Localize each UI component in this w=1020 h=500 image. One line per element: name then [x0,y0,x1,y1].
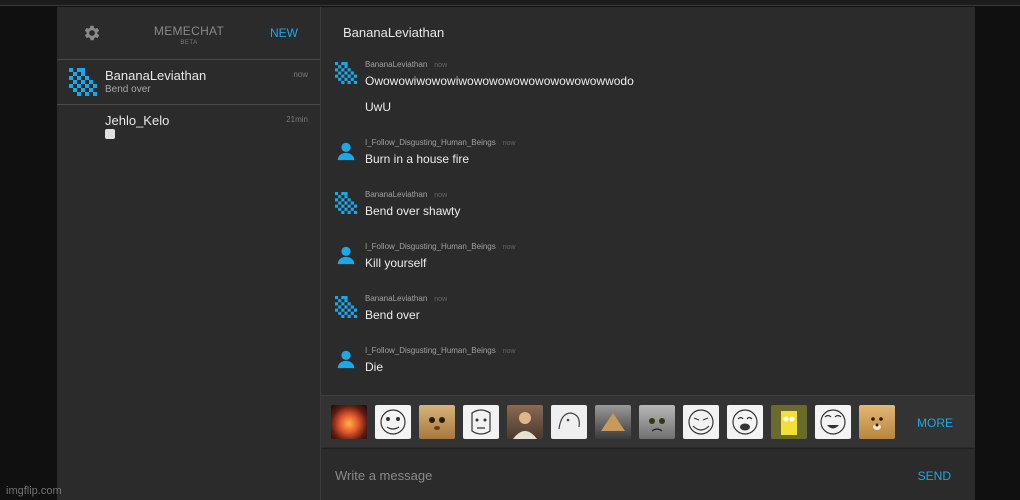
message-time: now [502,140,516,147]
message-text: Bend over shawty [365,204,461,218]
meme-face-emoji[interactable] [551,405,587,439]
message-text: Burn in a house fire [365,152,470,166]
troll-face-emoji[interactable] [683,405,719,439]
message-time: now [502,244,516,251]
message-author: BananaLeviathan [365,60,428,69]
message-text: Die [365,360,384,374]
explosion-emoji[interactable] [331,405,367,439]
send-button[interactable]: SEND [918,469,951,483]
conversation-item[interactable]: BananaLeviathan Bend over now [57,60,320,105]
top-bar [0,0,1020,6]
message-time: now [502,348,516,355]
message-meta: I_Follow_Disgusting_Human_Beings now [365,346,516,355]
jesus-emoji[interactable] [507,405,543,439]
illuminati-emoji[interactable] [595,405,631,439]
message-text: Bend over [365,308,420,322]
conversation-preview: Bend over [105,84,151,95]
app-subtitle: BETA [180,40,198,46]
okay-face-emoji[interactable] [463,405,499,439]
message-meta: BananaLeviathan now [365,60,447,69]
conversation-time: now [293,70,308,79]
pixel-logo-icon [335,62,357,84]
message-author: BananaLeviathan [365,190,428,199]
sidebar-header: MEMECHAT BETA NEW [57,7,320,60]
cat-emoji[interactable] [419,405,455,439]
message-text: Kill yourself [365,256,427,270]
new-chat-button[interactable]: NEW [270,26,298,40]
user-icon [337,350,355,369]
pixel-logo-icon [335,192,357,214]
message-author: I_Follow_Disgusting_Human_Beings [365,138,496,147]
rage-face-emoji[interactable] [375,405,411,439]
memechat-app: MEMECHAT BETA NEW BananaLeviathan Bend o… [57,7,975,500]
laughing-face-emoji[interactable] [727,405,763,439]
message-time: now [434,296,448,303]
crying-laugh-emoji[interactable] [815,405,851,439]
spongebob-emoji[interactable] [771,405,807,439]
message-meta: BananaLeviathan now [365,190,447,199]
pixel-logo-icon [335,296,357,318]
chat-panel: BananaLeviathan BananaLeviathan now Owow… [321,7,975,500]
conversation-item[interactable]: Jehlo_Kelo 21min [57,105,320,151]
message-composer: SEND [321,448,975,500]
more-emoji-button[interactable]: MORE [917,416,953,430]
message-input[interactable] [335,463,895,487]
message-author: I_Follow_Disgusting_Human_Beings [365,346,496,355]
message-time: now [434,192,448,199]
grumpy-cat-emoji[interactable] [639,405,675,439]
conversation-name: BananaLeviathan [105,68,207,83]
message-time: now [434,62,448,69]
user-icon [337,246,355,265]
conversation-name: Jehlo_Kelo [105,113,170,128]
sidebar: MEMECHAT BETA NEW BananaLeviathan Bend o… [57,7,321,500]
emoji-bar: MORE [321,395,975,447]
message-meta: I_Follow_Disgusting_Human_Beings now [365,138,516,147]
chat-title: BananaLeviathan [343,25,445,40]
meme-emoji-icon [105,129,115,139]
conversation-time: 21min [286,115,308,124]
message-author: BananaLeviathan [365,294,428,303]
doge-emoji[interactable] [859,405,895,439]
pixel-logo-icon [69,68,97,96]
message-text: Owowowiwowowiwowowowowowowowowowwodo [365,74,634,88]
watermark: imgflip.com [6,485,62,497]
message-text: UwU [365,100,391,114]
user-icon [337,142,355,161]
message-meta: BananaLeviathan now [365,294,447,303]
message-author: I_Follow_Disgusting_Human_Beings [365,242,496,251]
message-meta: I_Follow_Disgusting_Human_Beings now [365,242,516,251]
